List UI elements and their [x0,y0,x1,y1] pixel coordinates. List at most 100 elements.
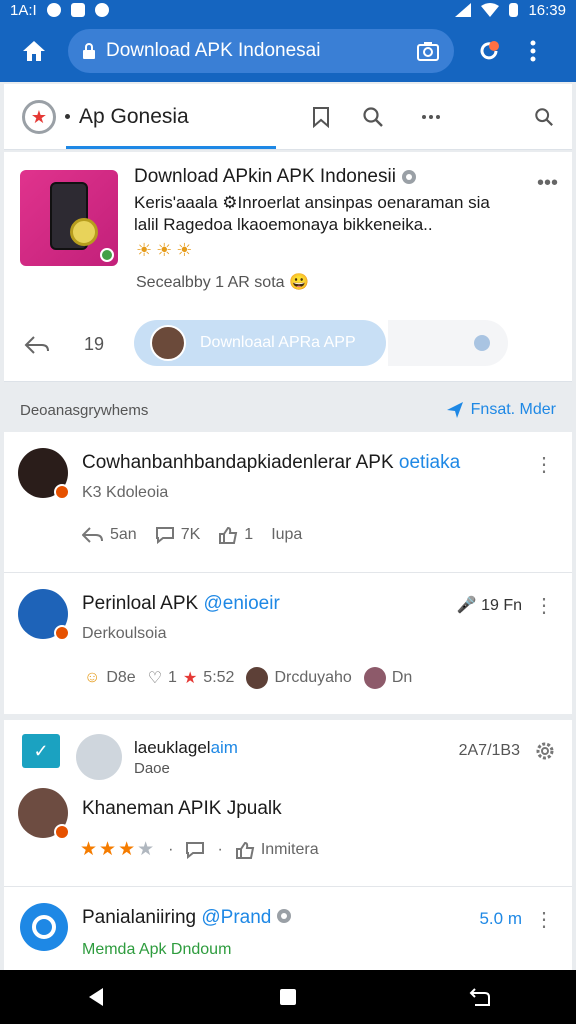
item-time: 5.0 m [479,909,522,928]
home-icon [23,41,45,61]
post-subtitle: Derkoulsoia [82,625,167,642]
battery-icon [509,3,519,17]
verified-icon [276,909,291,923]
avatar[interactable] [76,734,122,780]
share-button[interactable] [22,330,52,360]
like-icon [219,526,238,544]
featured-label: Fnsat. Mder [470,401,556,418]
hero-card[interactable]: Download APkin APK Indonesii Keris'aaala… [4,152,572,382]
hero-more-button[interactable]: ••• [537,172,558,195]
post-more-button[interactable]: ⋮ [534,452,554,477]
square-icon [280,989,296,1005]
app-icon[interactable]: ✓ [22,734,60,768]
separator-dot: · [168,840,174,858]
item-more-button[interactable]: ⋮ [534,907,554,932]
item-title: Panialaniiring @Prand [82,907,291,929]
hero-title-row: Download APkin APK Indonesii [134,166,416,188]
avatar[interactable] [18,589,70,641]
check-icon [70,3,85,17]
avatar[interactable] [20,903,68,951]
download-options[interactable] [388,320,508,366]
download-label: Downloaal APRa APP [200,334,356,351]
section-header: Deoanasgrywhems Fnsat. Mder [4,392,572,428]
hero-meta: Secealbby 1 AR sota 😀 [136,274,309,291]
hero-description: Keris'aaala ⚙Inroerlat ansinpas oenarama… [134,193,490,234]
separator-dot: · [217,840,223,858]
star-logo-icon: ★ [30,106,48,127]
post-time: 🎤 19 Fn [456,597,522,614]
options-icon [474,335,490,351]
search-icon [363,107,383,127]
pin-icon [446,402,463,418]
heart-action[interactable]: ♡ 1 ★ 5:52 [148,668,235,688]
tab-indicator [66,146,276,149]
search-button-secondary[interactable] [527,100,561,134]
app-thumbnail[interactable] [20,170,118,266]
user-chip-2[interactable]: Dn [363,667,412,689]
reply-action[interactable]: Inmitera [235,841,319,859]
url-bar[interactable]: Download APK Indonesai [68,29,454,73]
system-nav-bar [0,970,576,1024]
review-date: 2A7/1B3 [458,742,520,759]
share-action[interactable]: 5an [82,526,137,544]
emoji-row: ☀☀☀ [136,240,197,260]
avatar[interactable] [18,448,70,500]
url-text: Download APK Indonesai [106,40,321,61]
signal-icon [455,3,472,17]
avatar [150,325,186,361]
app-bar: ★ Ap Gonesia [4,84,572,150]
back-icon [89,988,103,1006]
status-time-right: 16:39 [528,1,566,19]
share-icon [82,527,103,543]
comment-action[interactable]: 7K [155,526,200,544]
more-horiz-icon [422,115,440,119]
home-button[interactable] [14,31,54,71]
user-chip[interactable]: Drcduyaho [246,667,352,689]
hero-title: Download APkin APK Indonesii [134,166,396,187]
app-logo[interactable]: ★ [22,99,56,134]
avatar[interactable] [18,788,70,840]
comment-icon[interactable] [185,841,205,859]
lock-icon [83,43,95,59]
separator-dot [65,114,70,119]
posts-card: Cowhanbanhbandapkiadenlerar APK oetiaka … [4,432,572,714]
heart-icon: ♡ [147,670,163,687]
refresh-button[interactable] [470,31,508,71]
refresh-icon [480,41,499,60]
review-title: Khaneman APIK Jpualk [82,798,282,819]
post-subtitle: K3 Kdoleoia [82,484,169,501]
download-app-button[interactable]: Downloaal APRa APP [134,320,386,366]
featured-link[interactable]: Fnsat. Mder [445,400,556,420]
bookmark-icon [313,107,329,128]
back-button[interactable] [71,977,121,1017]
bookmark-button[interactable] [304,100,338,134]
list-item[interactable]: Cowhanbanhbandapkiadenlerar APK oetiaka … [4,432,572,572]
search-button[interactable] [356,100,390,134]
overflow-button[interactable] [414,100,448,134]
camera-icon[interactable] [416,40,440,62]
like-icon [235,841,255,859]
more-vert-icon [530,40,536,62]
app-title: Ap Gonesia [79,104,189,128]
settings-button[interactable] [532,738,558,764]
reviews-card: ✓ laeuklagelaim Daoe 2A7/1B3 Khaneman AP… [4,720,572,970]
badge-icon [54,625,70,641]
wifi-icon [481,3,500,17]
browser-toolbar: Download APK Indonesai [0,20,576,82]
online-badge [100,248,114,262]
notification-icon [46,3,61,17]
list-item[interactable]: Panialaniiring @Prand Memda Apk Dndoum 5… [4,886,572,970]
reaction-action[interactable]: ☺ D8e [84,669,136,687]
recents-button[interactable] [455,977,505,1017]
menu-button[interactable] [514,31,552,71]
like-action[interactable]: 1 [218,526,253,544]
home-nav-button[interactable] [263,977,313,1017]
extra-action[interactable]: Iupa [271,526,302,544]
app-icon [94,3,109,17]
reviewer-subtitle: Daoe [134,760,170,777]
badge-icon [54,824,70,840]
avatar [363,667,386,689]
post-more-button[interactable]: ⋮ [534,593,554,618]
list-item[interactable]: Perinloal APK @enioeir Derkoulsoia 🎤 19 … [4,572,572,712]
mic-icon: 🎤 [456,597,477,614]
